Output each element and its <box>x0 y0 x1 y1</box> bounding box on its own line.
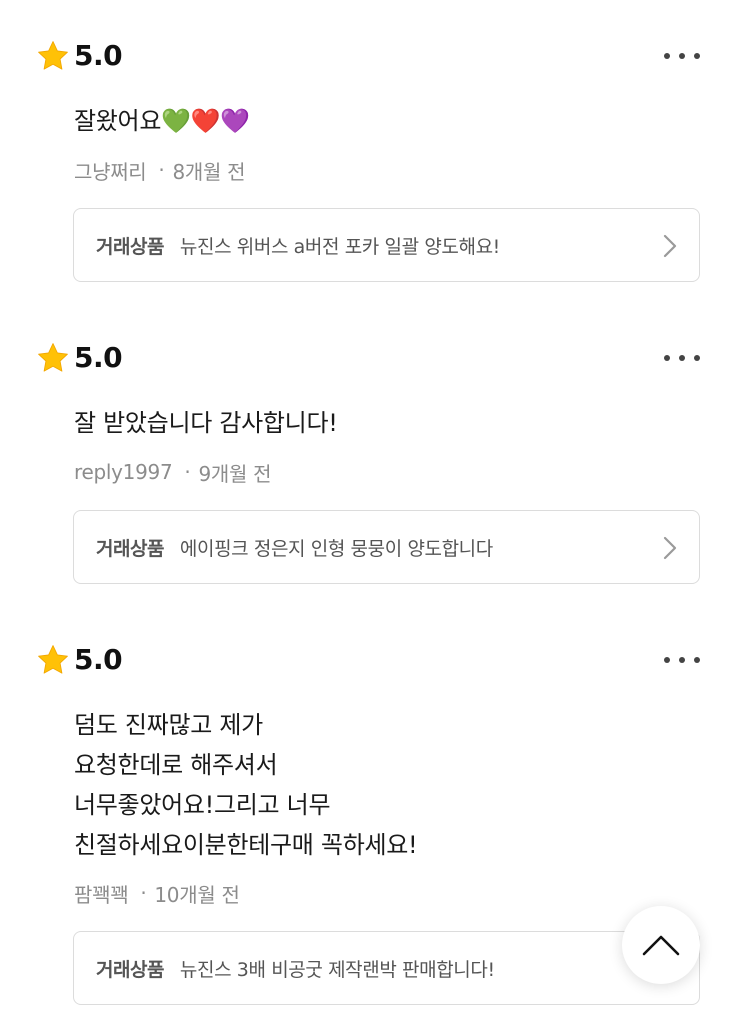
chevron-up-icon <box>642 935 680 956</box>
review-meta: 그냥쩌리 · 8개월 전 <box>74 156 246 185</box>
review-header: 5.0 <box>36 341 123 375</box>
review-header: 5.0 <box>36 39 123 73</box>
review-text: 잘 받았습니다 감사합니다! <box>74 409 338 437</box>
product-card[interactable]: 거래상품 뉴진스 3배 비공굿 제작랜박 판매합니다! <box>73 931 700 1005</box>
reviews-page: 5.0 잘왔어요💚❤️💜 그냥쩌리 · 8개월 전 거래상품 뉴진스 위버스 a… <box>0 0 730 1024</box>
rating-value: 5.0 <box>74 39 123 72</box>
chevron-right-icon <box>663 536 677 560</box>
more-options-button[interactable] <box>664 643 700 677</box>
more-icon <box>664 657 670 663</box>
meta-separator: · <box>140 881 147 905</box>
time-ago: 10개월 전 <box>154 882 240 907</box>
author-name[interactable]: 그냥쩌리 <box>74 156 147 185</box>
product-title: 뉴진스 3배 비공굿 제작랜박 판매합니다! <box>179 958 495 981</box>
star-icon <box>38 41 68 70</box>
more-options-button[interactable] <box>664 39 700 73</box>
review-header: 5.0 <box>36 643 123 677</box>
more-options-button[interactable] <box>664 341 700 375</box>
star-icon <box>38 645 68 674</box>
scroll-to-top-button[interactable] <box>622 906 700 984</box>
product-card[interactable]: 거래상품 뉴진스 위버스 a버전 포카 일괄 양도해요! <box>73 208 700 282</box>
product-title: 에이핑크 정은지 인형 뭉뭉이 양도합니다 <box>179 537 493 560</box>
time-ago: 8개월 전 <box>172 159 246 184</box>
meta-separator: · <box>158 158 165 182</box>
chevron-right-icon <box>663 234 677 258</box>
review-meta: 팜꽥꽥 · 10개월 전 <box>74 879 240 908</box>
meta-separator: · <box>184 460 191 484</box>
product-label: 거래상품 <box>96 537 164 560</box>
product-title: 뉴진스 위버스 a버전 포카 일괄 양도해요! <box>179 235 500 258</box>
author-name[interactable]: 팜꽥꽥 <box>74 879 129 908</box>
rating-value: 5.0 <box>74 643 123 676</box>
time-ago: 9개월 전 <box>198 461 272 486</box>
review-meta: reply1997 · 9개월 전 <box>74 459 272 486</box>
product-label: 거래상품 <box>96 958 164 981</box>
review-text: 잘왔어요💚❤️💜 <box>74 107 250 135</box>
rating-value: 5.0 <box>74 341 123 374</box>
star-icon <box>38 343 68 372</box>
more-icon <box>664 355 670 361</box>
product-card[interactable]: 거래상품 에이핑크 정은지 인형 뭉뭉이 양도합니다 <box>73 510 700 584</box>
author-name[interactable]: reply1997 <box>74 460 173 484</box>
more-icon <box>664 53 670 59</box>
product-label: 거래상품 <box>96 235 164 258</box>
review-text: 덤도 진짜많고 제가 요청한데로 해주셔서 너무좋았어요!그리고 너무 친절하세… <box>74 711 418 859</box>
